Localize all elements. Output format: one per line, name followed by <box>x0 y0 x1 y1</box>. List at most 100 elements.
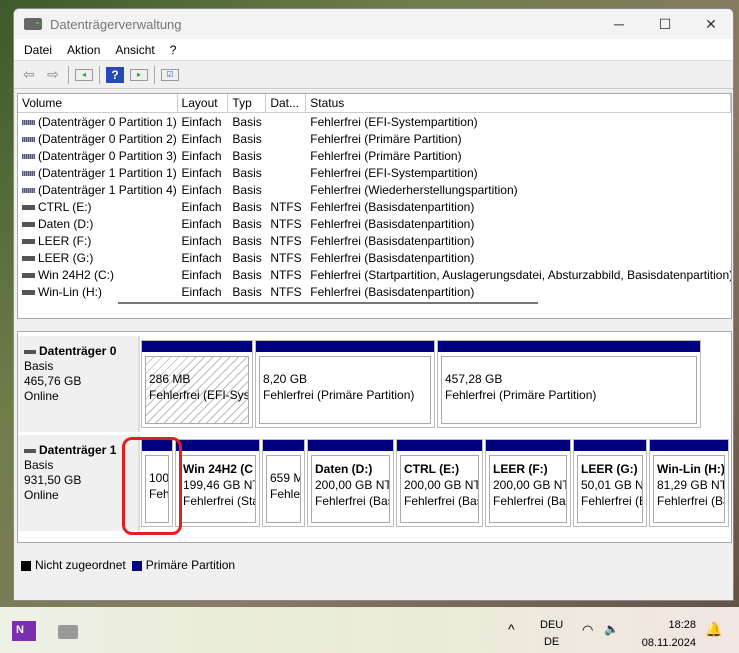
cell-text: Basis <box>232 148 262 163</box>
cell-typ: Basis <box>228 183 266 197</box>
cell-volume: (Datenträger 1 Partition 1) <box>18 166 178 180</box>
column-status[interactable]: Status <box>306 94 731 112</box>
disk-icon <box>24 349 36 354</box>
notification-bell-icon[interactable]: 🔔 <box>705 621 722 638</box>
horizontal-scrollbar[interactable] <box>118 302 538 304</box>
cell-volume: (Datenträger 0 Partition 1) <box>18 115 178 129</box>
table-row[interactable]: (Datenträger 0 Partition 2) Einfach Basis F… <box>18 130 731 147</box>
disk-type: Basis <box>24 458 54 472</box>
partition-body: 8,20 GB Fehlerfrei (Primäre Partition) <box>259 356 431 424</box>
partition[interactable]: 286 MB Fehlerfrei (EFI-Syst <box>141 340 253 428</box>
properties-icon[interactable]: ☑ <box>161 68 179 81</box>
help-icon[interactable]: ? <box>106 66 124 83</box>
back-icon[interactable]: ⇦ <box>20 66 38 83</box>
disk-icon <box>24 448 36 453</box>
cell-text: Fehlerfrei (Basisdatenpartition) <box>310 284 475 299</box>
column-dateisystem[interactable]: Dat... <box>266 94 307 112</box>
cell-text: NTFS <box>270 199 302 214</box>
partition-title: LEER (F:) <box>493 462 548 476</box>
cell-text: Basis <box>232 284 262 299</box>
partition[interactable]: 457,28 GB Fehlerfrei (Primäre Partition) <box>437 340 701 428</box>
legend-label: Nicht zugeordnet <box>35 558 126 572</box>
cell-text: Fehlerfrei (Primäre Partition) <box>310 148 462 163</box>
partition-body: Daten (D:) 200,00 GB NTI Fehlerfrei (Bas <box>311 455 390 523</box>
table-row[interactable]: CTRL (E:) Einfach Basis NTFS Fehlerfrei (Bas… <box>18 198 731 215</box>
console-tree-icon[interactable]: ◂ <box>75 68 93 81</box>
cell-volume: LEER (G:) <box>18 251 178 265</box>
cell-text: LEER (G:) <box>38 250 94 265</box>
table-row[interactable]: Daten (D:) Einfach Basis NTFS Fehlerfrei (Ba… <box>18 215 731 232</box>
cell-typ: Basis <box>228 115 266 129</box>
clock[interactable]: 18:28 08.11.2024 <box>636 616 696 652</box>
wifi-icon[interactable]: ◠ <box>582 622 593 638</box>
table-row[interactable]: Win 24H2 (C:) Einfach Basis NTFS Fehlerfrei … <box>18 266 731 283</box>
partition[interactable]: LEER (F:) 200,00 GB NTI Fehlerfrei (Bas <box>485 439 571 527</box>
partition[interactable]: Daten (D:) 200,00 GB NTI Fehlerfrei (Bas <box>307 439 394 527</box>
cell-layout: Einfach <box>178 149 229 163</box>
cell-dateisystem: NTFS <box>266 200 306 214</box>
cell-text: Basis <box>232 233 262 248</box>
partition-body: 457,28 GB Fehlerfrei (Primäre Partition) <box>441 356 697 424</box>
partition-title: Daten (D:) <box>315 462 373 476</box>
partition-body: 659 M Fehle <box>266 455 301 523</box>
date: 08.11.2024 <box>641 637 696 649</box>
cell-text: Fehlerfrei (EFI-Systempartition) <box>310 165 478 180</box>
partition[interactable]: Win 24H2 (C 199,46 GB NTI Fehlerfrei (Sta <box>175 439 260 527</box>
partition[interactable]: 8,20 GB Fehlerfrei (Primäre Partition) <box>255 340 435 428</box>
onenote-icon[interactable]: N <box>12 621 36 641</box>
menu-ansicht[interactable]: Ansicht <box>115 43 154 57</box>
partition[interactable]: 659 M Fehle <box>262 439 305 527</box>
cell-text: Fehlerfrei (EFI-Systempartition) <box>310 114 478 129</box>
table-row[interactable]: (Datenträger 0 Partition 1) Einfach Basis F… <box>18 113 731 130</box>
table-row[interactable]: Win-Lin (H:) Einfach Basis NTFS Fehlerfrei (… <box>18 283 731 300</box>
menu-help[interactable]: ? <box>170 43 177 57</box>
cell-text: Fehlerfrei (Basisdatenpartition) <box>310 199 475 214</box>
forward-icon[interactable]: ⇨ <box>44 66 62 83</box>
cell-layout: Einfach <box>178 234 229 248</box>
cell-text: NTFS <box>270 284 302 299</box>
partition-body: 286 MB Fehlerfrei (EFI-Syst <box>145 356 249 424</box>
partition-type-bar <box>486 440 570 451</box>
toolbar-separator <box>99 65 100 84</box>
language-code: DEU <box>540 619 564 631</box>
table-row[interactable]: (Datenträger 0 Partition 3) Einfach Basis F… <box>18 147 731 164</box>
partition[interactable]: Win-Lin (H:) 81,29 GB NTI Fehlerfrei (Ba <box>649 439 729 527</box>
cell-status: Fehlerfrei (Wiederherstellungspartition) <box>306 183 731 197</box>
column-volume[interactable]: Volume <box>18 94 178 112</box>
action-pane-icon[interactable]: ▸ <box>130 68 148 81</box>
column-typ[interactable]: Typ <box>228 94 267 112</box>
volume-list: Volume Layout Typ Dat... Status (Datentr… <box>17 93 732 319</box>
cell-text: Einfach <box>181 182 222 197</box>
table-row[interactable]: LEER (G:) Einfach Basis NTFS Fehlerfrei (Bas… <box>18 249 731 266</box>
partition-size: 286 MB <box>149 372 191 386</box>
partition[interactable]: LEER (G:) 50,01 GB NT Fehlerfrei (B <box>573 439 647 527</box>
cell-layout: Einfach <box>178 132 229 146</box>
disk-management-taskbar-icon[interactable] <box>58 625 78 639</box>
table-row[interactable]: (Datenträger 1 Partition 4) Einfach Basis F… <box>18 181 731 198</box>
menu-aktion[interactable]: Aktion <box>67 43 100 57</box>
cell-volume: Win 24H2 (C:) <box>18 268 178 282</box>
partition[interactable]: CTRL (E:) 200,00 GB NTI Fehlerfrei (Bas <box>396 439 483 527</box>
partition-title: Win-Lin (H:) <box>657 462 725 476</box>
partition-type-bar <box>397 440 482 451</box>
title-bar: Datenträgerverwaltung ─ ☐ ✕ <box>14 9 733 39</box>
table-row[interactable]: LEER (F:) Einfach Basis NTFS Fehlerfrei (Bas… <box>18 232 731 249</box>
close-button[interactable]: ✕ <box>688 9 733 39</box>
disk-label[interactable]: Datenträger 0 Basis 465,76 GB Online <box>18 336 140 432</box>
minimize-button[interactable]: ─ <box>596 9 642 39</box>
cell-text: Fehlerfrei (Wiederherstellungspartition) <box>310 182 518 197</box>
column-layout[interactable]: Layout <box>178 94 229 112</box>
cell-text: Einfach <box>181 114 222 129</box>
cell-text: Basis <box>232 182 262 197</box>
cell-volume: (Datenträger 0 Partition 2) <box>18 132 178 146</box>
cell-text: Einfach <box>181 267 222 282</box>
menu-datei[interactable]: Datei <box>24 43 52 57</box>
table-row[interactable]: (Datenträger 1 Partition 1) Einfach Basis F… <box>18 164 731 181</box>
maximize-button[interactable]: ☐ <box>642 9 688 39</box>
red-highlight-annotation <box>122 437 182 535</box>
cell-volume: Win-Lin (H:) <box>18 285 178 299</box>
volume-icon[interactable]: 🔈 <box>604 622 619 636</box>
show-hidden-icons-chevron[interactable]: ^ <box>508 621 515 637</box>
disk-management-icon <box>24 18 42 30</box>
language-indicator[interactable]: DEU DE <box>540 617 563 651</box>
